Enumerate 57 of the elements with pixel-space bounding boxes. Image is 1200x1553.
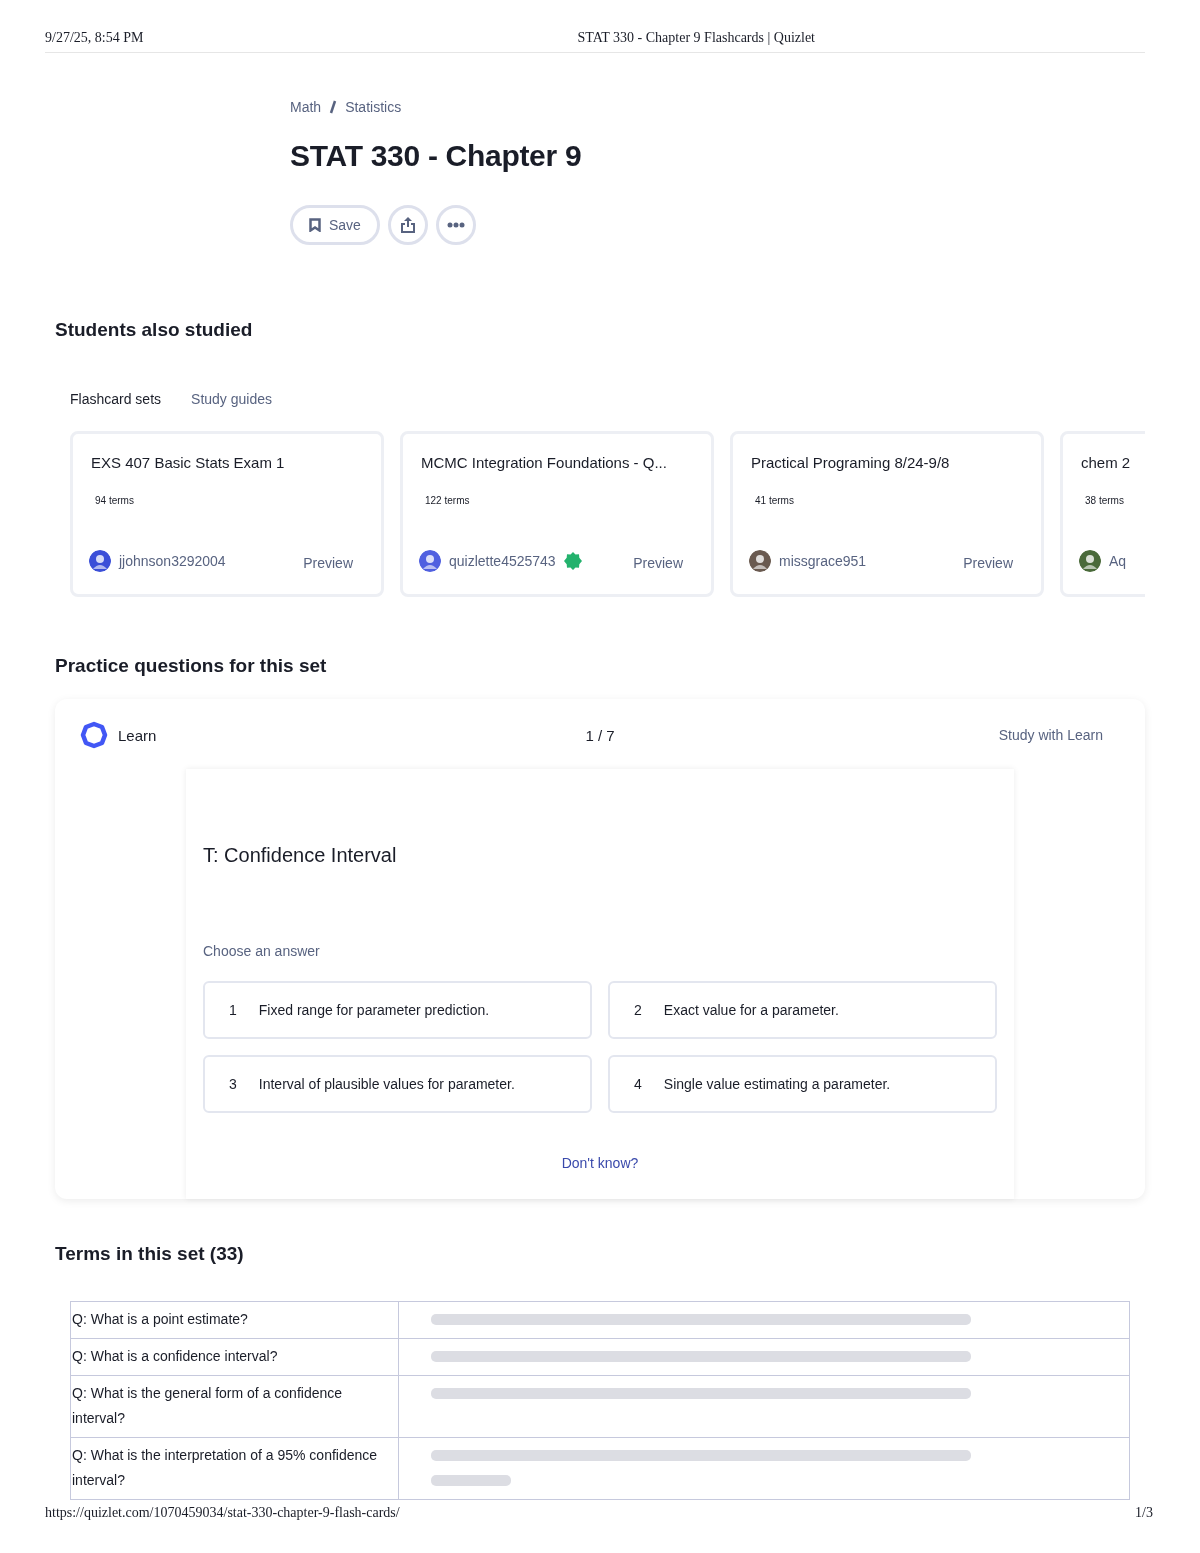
study-link[interactable]: Study with Learn (998, 727, 1103, 743)
term-count: 122 terms (425, 495, 471, 506)
card-title: EXS 407 Basic Stats Exam 1 (91, 454, 286, 471)
term-count: 41 terms (755, 495, 795, 506)
section-heading: Terms in this set (33) (55, 1243, 245, 1265)
breadcrumb-link[interactable]: Math (290, 99, 322, 115)
progress-counter: 1 / 7 (585, 726, 615, 744)
term-count: 38 terms (1085, 495, 1125, 506)
share-button[interactable] (387, 205, 428, 245)
preview-button[interactable]: Preview (963, 555, 1013, 571)
tab[interactable]: Flashcard sets (70, 391, 162, 407)
avatar-icon (89, 550, 111, 572)
set-card[interactable]: Practical Programing 8/24-9/8 41 terms missgrace951 Preview (730, 431, 1044, 597)
card-title: MCMC Integration Foundations - Q... (421, 454, 668, 471)
section-heading: Students also studied (55, 319, 254, 341)
answer-option[interactable]: 1 Fixed range for parameter prediction. (203, 981, 592, 1039)
more-icon (446, 222, 465, 228)
set-card[interactable]: chem 2 38 terms Aq (1060, 431, 1145, 597)
learn-icon (80, 721, 108, 749)
author-name[interactable]: jjohnson3292004 (119, 553, 226, 569)
term-count: 94 terms (95, 495, 135, 506)
preview-button[interactable]: Preview (633, 555, 683, 571)
term-cell: Q: What is the general form of a confidence interval? (70, 1375, 399, 1438)
card-title: Practical Programing 8/24-9/8 (751, 454, 951, 471)
term-cell: Q: What is a confidence interval? (70, 1338, 399, 1376)
section-heading: Practice questions for this set (55, 655, 328, 677)
mode-label: Learn (118, 726, 157, 744)
answer-prompt: Choose an answer (203, 943, 321, 959)
term-cell: Q: What is the interpretation of a 95% confidence interval? (70, 1437, 399, 1500)
answer-option[interactable]: 3 Interval of plausible values for parameter. (203, 1055, 592, 1113)
save-button[interactable]: Save (290, 205, 380, 245)
more-button[interactable] (435, 205, 476, 245)
author-name[interactable]: missgrace951 (779, 553, 867, 569)
avatar-icon (1079, 550, 1101, 572)
breadcrumb-link[interactable]: Statistics (345, 99, 402, 115)
question-term: T: Confidence Interval (203, 844, 398, 867)
card-title: chem 2 (1081, 454, 1132, 471)
page-url: https://quizlet.com/1070459034/stat-330-chapter-9-flash-cards/ (45, 1505, 400, 1521)
set-card[interactable]: EXS 407 Basic Stats Exam 1 94 terms jjohnson3292004 Preview (70, 431, 384, 597)
print-datetime: 9/27/25, 8:54 PM (45, 30, 144, 46)
set-card[interactable]: MCMC Integration Foundations - Q... 122 terms quizlette4525743 Preview (400, 431, 714, 597)
author-name[interactable]: Aq (1109, 553, 1127, 569)
bookmark-icon (309, 218, 321, 232)
answer-option[interactable]: 4 Single value estimating a parameter. (608, 1055, 997, 1113)
dont-know-link[interactable]: Don't know? (561, 1155, 639, 1171)
answer-option[interactable]: 2 Exact value for a parameter. (608, 981, 997, 1039)
term-cell: Q: What is a point estimate? (70, 1301, 399, 1339)
share-icon (399, 216, 416, 234)
avatar-icon (749, 550, 771, 572)
preview-button[interactable]: Preview (303, 555, 353, 571)
page-title: STAT 330 - Chapter 9 Flashcards | Quizlet (577, 30, 815, 46)
author-name[interactable]: quizlette4525743 (449, 553, 556, 569)
avatar-icon (419, 550, 441, 572)
set-title: STAT 330 - Chapter 9 (290, 139, 583, 173)
slash-icon (329, 100, 338, 114)
page-number: 1/3 (1135, 1505, 1153, 1521)
tab[interactable]: Study guides (191, 391, 272, 407)
